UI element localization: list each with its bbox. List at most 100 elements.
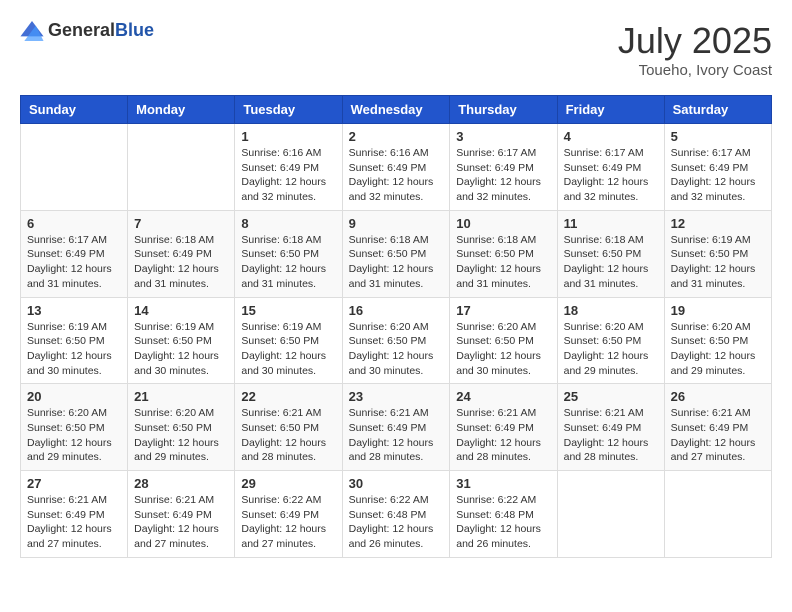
day-info: Sunrise: 6:21 AMSunset: 6:49 PMDaylight:… — [27, 493, 121, 552]
calendar-cell: 28 Sunrise: 6:21 AMSunset: 6:49 PMDayligh… — [128, 471, 235, 558]
day-info: Sunrise: 6:20 AMSunset: 6:50 PMDaylight:… — [564, 320, 658, 379]
calendar-cell — [557, 471, 664, 558]
day-number: 18 — [564, 303, 658, 318]
calendar-cell: 12Sunrise: 6:19 AMSunset: 6:50 PMDayligh… — [664, 210, 771, 297]
day-info: Sunrise: 6:16 AMSunset: 6:49 PMDaylight:… — [349, 146, 444, 205]
day-info: Sunrise: 6:22 AMSunset: 6:48 PMDaylight:… — [349, 493, 444, 552]
day-number: 9 — [349, 216, 444, 231]
calendar-week-row: 20 Sunrise: 6:20 AMSunset: 6:50 PMDayligh… — [21, 384, 772, 471]
calendar-cell: 16 Sunrise: 6:20 AMSunset: 6:50 PMDayligh… — [342, 297, 450, 384]
day-number: 15 — [241, 303, 335, 318]
title-block: July 2025 Toueho, Ivory Coast — [618, 20, 772, 79]
month-title: July 2025 — [618, 20, 772, 62]
logo-general-text: General — [48, 20, 115, 40]
calendar-cell: 29 Sunrise: 6:22 AMSunset: 6:49 PMDayligh… — [235, 471, 342, 558]
day-number: 6 — [27, 216, 121, 231]
calendar-week-row: 27 Sunrise: 6:21 AMSunset: 6:49 PMDayligh… — [21, 471, 772, 558]
day-number: 14 — [134, 303, 228, 318]
calendar-cell — [664, 471, 771, 558]
calendar-cell: 18 Sunrise: 6:20 AMSunset: 6:50 PMDayligh… — [557, 297, 664, 384]
calendar-cell: 24 Sunrise: 6:21 AMSunset: 6:49 PMDayligh… — [450, 384, 557, 471]
day-info: Sunrise: 6:20 AMSunset: 6:50 PMDaylight:… — [456, 320, 550, 379]
day-info: Sunrise: 6:22 AMSunset: 6:48 PMDaylight:… — [456, 493, 550, 552]
day-info: Sunrise: 6:22 AMSunset: 6:49 PMDaylight:… — [241, 493, 335, 552]
logo-blue-text: Blue — [115, 20, 154, 40]
day-info: Sunrise: 6:18 AMSunset: 6:50 PMDaylight:… — [241, 233, 335, 292]
day-info: Sunrise: 6:19 AMSunset: 6:50 PMDaylight:… — [671, 233, 765, 292]
day-number: 16 — [349, 303, 444, 318]
day-info: Sunrise: 6:19 AMSunset: 6:50 PMDaylight:… — [27, 320, 121, 379]
day-info: Sunrise: 6:19 AMSunset: 6:50 PMDaylight:… — [134, 320, 228, 379]
day-info: Sunrise: 6:17 AMSunset: 6:49 PMDaylight:… — [27, 233, 121, 292]
day-info: Sunrise: 6:16 AMSunset: 6:49 PMDaylight:… — [241, 146, 335, 205]
day-number: 10 — [456, 216, 550, 231]
day-info: Sunrise: 6:19 AMSunset: 6:50 PMDaylight:… — [241, 320, 335, 379]
calendar-cell: 23Sunrise: 6:21 AMSunset: 6:49 PMDayligh… — [342, 384, 450, 471]
calendar-cell: 25Sunrise: 6:21 AMSunset: 6:49 PMDayligh… — [557, 384, 664, 471]
day-number: 23 — [349, 389, 444, 404]
day-number: 3 — [456, 129, 550, 144]
day-number: 31 — [456, 476, 550, 491]
calendar-cell: 7 Sunrise: 6:18 AMSunset: 6:49 PMDaylight… — [128, 210, 235, 297]
calendar-week-row: 1Sunrise: 6:16 AMSunset: 6:49 PMDaylight… — [21, 124, 772, 211]
calendar-cell: 22Sunrise: 6:21 AMSunset: 6:50 PMDayligh… — [235, 384, 342, 471]
calendar-cell: 2 Sunrise: 6:16 AMSunset: 6:49 PMDaylight… — [342, 124, 450, 211]
day-number: 7 — [134, 216, 228, 231]
day-number: 22 — [241, 389, 335, 404]
day-number: 8 — [241, 216, 335, 231]
day-info: Sunrise: 6:21 AMSunset: 6:49 PMDaylight:… — [134, 493, 228, 552]
calendar-cell: 10 Sunrise: 6:18 AMSunset: 6:50 PMDayligh… — [450, 210, 557, 297]
calendar-cell: 11 Sunrise: 6:18 AMSunset: 6:50 PMDayligh… — [557, 210, 664, 297]
location-title: Toueho, Ivory Coast — [618, 62, 772, 79]
calendar-cell: 26Sunrise: 6:21 AMSunset: 6:49 PMDayligh… — [664, 384, 771, 471]
weekday-header-saturday: Saturday — [664, 96, 771, 124]
calendar-cell: 15 Sunrise: 6:19 AMSunset: 6:50 PMDayligh… — [235, 297, 342, 384]
logo-icon — [20, 21, 44, 41]
day-number: 21 — [134, 389, 228, 404]
day-info: Sunrise: 6:21 AMSunset: 6:49 PMDaylight:… — [564, 406, 658, 465]
day-info: Sunrise: 6:17 AMSunset: 6:49 PMDaylight:… — [564, 146, 658, 205]
day-info: Sunrise: 6:17 AMSunset: 6:49 PMDaylight:… — [671, 146, 765, 205]
calendar-cell: 4 Sunrise: 6:17 AMSunset: 6:49 PMDaylight… — [557, 124, 664, 211]
day-number: 20 — [27, 389, 121, 404]
calendar-cell: 8 Sunrise: 6:18 AMSunset: 6:50 PMDaylight… — [235, 210, 342, 297]
logo: GeneralBlue — [20, 20, 154, 41]
weekday-header-tuesday: Tuesday — [235, 96, 342, 124]
day-number: 19 — [671, 303, 765, 318]
day-info: Sunrise: 6:21 AMSunset: 6:49 PMDaylight:… — [671, 406, 765, 465]
calendar-cell: 19Sunrise: 6:20 AMSunset: 6:50 PMDayligh… — [664, 297, 771, 384]
day-number: 5 — [671, 129, 765, 144]
calendar-cell: 14 Sunrise: 6:19 AMSunset: 6:50 PMDayligh… — [128, 297, 235, 384]
calendar-cell: 21 Sunrise: 6:20 AMSunset: 6:50 PMDayligh… — [128, 384, 235, 471]
day-info: Sunrise: 6:18 AMSunset: 6:50 PMDaylight:… — [456, 233, 550, 292]
day-number: 29 — [241, 476, 335, 491]
calendar-cell: 6 Sunrise: 6:17 AMSunset: 6:49 PMDaylight… — [21, 210, 128, 297]
day-info: Sunrise: 6:20 AMSunset: 6:50 PMDaylight:… — [27, 406, 121, 465]
calendar-cell: 20 Sunrise: 6:20 AMSunset: 6:50 PMDayligh… — [21, 384, 128, 471]
weekday-header-thursday: Thursday — [450, 96, 557, 124]
day-info: Sunrise: 6:20 AMSunset: 6:50 PMDaylight:… — [134, 406, 228, 465]
calendar-table: SundayMondayTuesdayWednesdayThursdayFrid… — [20, 95, 772, 558]
day-number: 27 — [27, 476, 121, 491]
day-info: Sunrise: 6:18 AMSunset: 6:50 PMDaylight:… — [349, 233, 444, 292]
day-info: Sunrise: 6:18 AMSunset: 6:49 PMDaylight:… — [134, 233, 228, 292]
day-info: Sunrise: 6:20 AMSunset: 6:50 PMDaylight:… — [349, 320, 444, 379]
calendar-cell — [128, 124, 235, 211]
day-number: 4 — [564, 129, 658, 144]
day-number: 24 — [456, 389, 550, 404]
day-info: Sunrise: 6:21 AMSunset: 6:49 PMDaylight:… — [456, 406, 550, 465]
day-number: 11 — [564, 216, 658, 231]
calendar-cell: 5 Sunrise: 6:17 AMSunset: 6:49 PMDaylight… — [664, 124, 771, 211]
calendar-week-row: 6 Sunrise: 6:17 AMSunset: 6:49 PMDaylight… — [21, 210, 772, 297]
calendar-cell: 17Sunrise: 6:20 AMSunset: 6:50 PMDayligh… — [450, 297, 557, 384]
day-info: Sunrise: 6:17 AMSunset: 6:49 PMDaylight:… — [456, 146, 550, 205]
day-number: 30 — [349, 476, 444, 491]
calendar-week-row: 13 Sunrise: 6:19 AMSunset: 6:50 PMDayligh… — [21, 297, 772, 384]
day-number: 13 — [27, 303, 121, 318]
calendar-cell: 1Sunrise: 6:16 AMSunset: 6:49 PMDaylight… — [235, 124, 342, 211]
day-info: Sunrise: 6:18 AMSunset: 6:50 PMDaylight:… — [564, 233, 658, 292]
day-number: 2 — [349, 129, 444, 144]
weekday-header-sunday: Sunday — [21, 96, 128, 124]
calendar-cell: 31 Sunrise: 6:22 AMSunset: 6:48 PMDayligh… — [450, 471, 557, 558]
day-number: 28 — [134, 476, 228, 491]
